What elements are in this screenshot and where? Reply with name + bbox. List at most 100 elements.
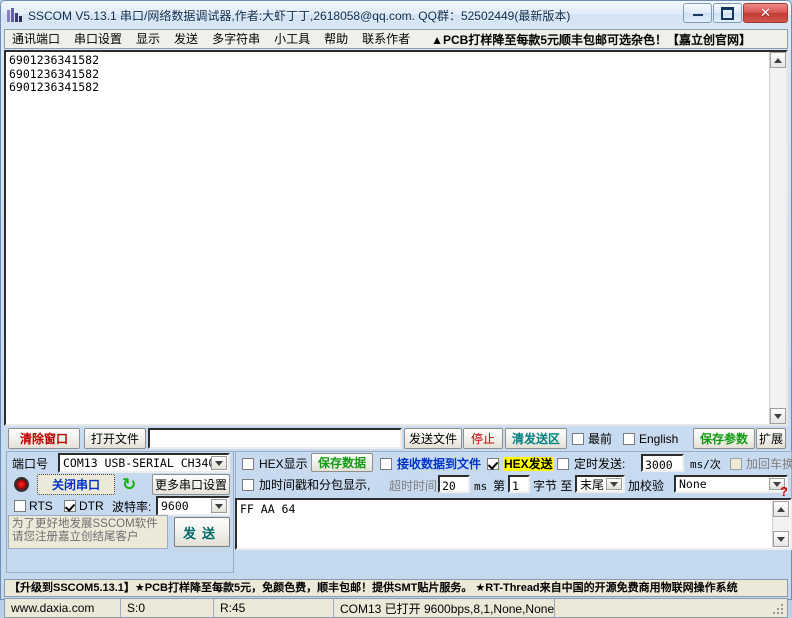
status-sent-count: S:0 bbox=[121, 599, 214, 617]
menu-item-display[interactable]: 显示 bbox=[129, 30, 167, 48]
scroll-down-arrow-icon[interactable] bbox=[770, 408, 786, 424]
send-button[interactable]: 发送 bbox=[174, 517, 230, 547]
hex-display-label: HEX显示 bbox=[259, 457, 308, 471]
save-params-button[interactable]: 保存参数 bbox=[693, 428, 755, 449]
status-website[interactable]: www.daxia.com bbox=[5, 599, 121, 617]
crlf-checkbox[interactable] bbox=[730, 458, 742, 470]
checksum-value: None bbox=[679, 477, 707, 491]
clear-send-area-button[interactable]: 清发送区 bbox=[505, 428, 567, 449]
refresh-ports-icon[interactable]: ↻ bbox=[122, 476, 136, 493]
maximize-icon bbox=[721, 6, 734, 20]
port-select-value: COM13 USB-SERIAL CH340 bbox=[63, 456, 216, 470]
receive-area-scrollbar[interactable] bbox=[769, 52, 786, 424]
stop-button[interactable]: 停止 bbox=[463, 428, 503, 449]
menu-item-serial-settings[interactable]: 串口设置 bbox=[67, 30, 129, 48]
resize-grip-icon[interactable] bbox=[771, 602, 785, 616]
registration-hint-line1: 为了更好地发展SSCOM软件 bbox=[12, 518, 158, 530]
window-title: SSCOM V5.13.1 串口/网络数据调试器,作者:大虾丁丁,2618058… bbox=[28, 8, 571, 23]
menu-item-tools[interactable]: 小工具 bbox=[267, 30, 317, 48]
send-scroll-down-icon[interactable] bbox=[773, 531, 789, 547]
baud-rate-label: 波特率: bbox=[112, 500, 152, 514]
receive-data-area[interactable]: 6901236341582 6901236341582 690123634158… bbox=[4, 50, 788, 426]
port-number-label: 端口号 bbox=[12, 457, 49, 471]
menu-item-comm-port[interactable]: 通讯端口 bbox=[5, 30, 67, 48]
baud-rate-value: 9600 bbox=[161, 499, 189, 513]
chevron-down-icon-baud[interactable] bbox=[211, 499, 227, 513]
rts-label: RTS bbox=[29, 499, 53, 513]
rts-checkbox-group[interactable]: RTS bbox=[14, 499, 53, 513]
send-area-scrollbar[interactable] bbox=[772, 501, 789, 547]
menu-item-send[interactable]: 发送 bbox=[167, 30, 205, 48]
send-data-input[interactable]: FF AA 64 bbox=[235, 498, 792, 550]
recv-to-file-label: 接收数据到文件 bbox=[397, 457, 482, 471]
status-port-state: COM13 已打开 9600bps,8,1,None,None bbox=[334, 599, 556, 617]
english-checkbox[interactable] bbox=[623, 433, 635, 445]
byte-from-label: 第 bbox=[493, 479, 506, 493]
timestamp-checkbox[interactable] bbox=[242, 479, 254, 491]
timed-send-interval-input[interactable]: 3000 bbox=[641, 454, 684, 472]
file-path-input[interactable] bbox=[148, 428, 402, 449]
port-select[interactable]: COM13 USB-SERIAL CH340 bbox=[58, 453, 230, 473]
hex-send-checkbox-group[interactable]: HEX发送 bbox=[487, 457, 554, 471]
close-button[interactable]: ✕ bbox=[743, 3, 788, 23]
registration-hint: 为了更好地发展SSCOM软件 请您注册嘉立创结尾客户 bbox=[8, 515, 168, 549]
english-label: English bbox=[639, 432, 679, 446]
menu-item-contact-author[interactable]: 联系作者 bbox=[355, 30, 417, 48]
menu-item-help[interactable]: 帮助 bbox=[317, 30, 355, 48]
timestamp-checkbox-group[interactable]: 加时间戳和分包显示, bbox=[242, 478, 370, 492]
send-file-button[interactable]: 发送文件 bbox=[404, 428, 462, 449]
help-question-icon[interactable]: ? bbox=[780, 485, 788, 498]
baud-rate-select[interactable]: 9600 bbox=[156, 496, 230, 516]
checksum-select[interactable]: None bbox=[674, 475, 788, 493]
hex-send-checkbox[interactable] bbox=[487, 458, 499, 470]
title-bar: SSCOM V5.13.1 串口/网络数据调试器,作者:大虾丁丁,2618058… bbox=[1, 1, 791, 29]
timeout-unit-label: ms bbox=[474, 480, 488, 493]
recv-to-file-checkbox[interactable] bbox=[380, 458, 392, 470]
hex-display-checkbox[interactable] bbox=[242, 458, 254, 470]
receive-text-content: 6901236341582 6901236341582 690123634158… bbox=[9, 53, 100, 94]
close-port-button[interactable]: 关闭串口 bbox=[37, 474, 115, 495]
scrollbar-track[interactable] bbox=[770, 68, 786, 408]
control-panel: 清除窗口 打开文件 发送文件 停止 清发送区 最前 English 保存参数 扩… bbox=[4, 427, 792, 577]
byte-index-input[interactable]: 1 bbox=[508, 475, 530, 493]
more-serial-settings-button[interactable]: 更多串口设置 bbox=[152, 474, 230, 495]
registration-hint-line2: 请您注册嘉立创结尾客户 bbox=[12, 531, 139, 543]
crlf-checkbox-group[interactable]: 加回车换行 bbox=[730, 457, 792, 471]
chevron-down-icon[interactable] bbox=[211, 456, 227, 470]
chevron-down-icon-byte-to[interactable] bbox=[606, 478, 622, 490]
scroll-up-arrow-icon[interactable] bbox=[770, 52, 786, 68]
checksum-label: 加校验 bbox=[628, 479, 665, 493]
byte-to-value: 末尾 bbox=[580, 477, 605, 492]
minimize-button[interactable] bbox=[683, 3, 712, 23]
open-file-button[interactable]: 打开文件 bbox=[84, 428, 146, 449]
send-scrollbar-track[interactable] bbox=[773, 517, 789, 531]
menu-bar-advertisement[interactable]: ▲PCB打样降至每款5元顺丰包邮可选杂色！【嘉立创官网】 bbox=[417, 31, 751, 48]
topmost-checkbox-group[interactable]: 最前 bbox=[572, 432, 612, 446]
dtr-checkbox[interactable] bbox=[64, 500, 76, 512]
topmost-checkbox[interactable] bbox=[572, 433, 584, 445]
menu-item-multi-string[interactable]: 多字符串 bbox=[205, 30, 267, 48]
extend-button[interactable]: 扩展 bbox=[756, 428, 786, 449]
maximize-button[interactable] bbox=[713, 3, 742, 23]
dtr-checkbox-group[interactable]: DTR bbox=[64, 499, 104, 513]
timed-send-label: 定时发送: bbox=[574, 457, 626, 471]
timed-send-checkbox[interactable] bbox=[557, 458, 569, 470]
hex-display-checkbox-group[interactable]: HEX显示 bbox=[242, 457, 308, 471]
timestamp-label: 加时间戳和分包显示, bbox=[259, 478, 371, 492]
rts-checkbox[interactable] bbox=[14, 500, 26, 512]
send-data-text: FF AA 64 bbox=[240, 502, 296, 516]
byte-mid-label: 字节 至 bbox=[533, 479, 573, 493]
footer-advertisement[interactable]: 【升级到SSCOM5.13.1】★PCB打样降至每款5元，免颜色费，顺丰包邮！提… bbox=[4, 579, 788, 597]
send-scroll-up-icon[interactable] bbox=[773, 501, 789, 517]
menu-bar: 通讯端口 串口设置 显示 发送 多字符串 小工具 帮助 联系作者 ▲PCB打样降… bbox=[4, 29, 788, 49]
save-data-button[interactable]: 保存数据 bbox=[311, 453, 373, 472]
status-received-count: R:45 bbox=[214, 599, 334, 617]
timed-send-checkbox-group[interactable]: 定时发送: bbox=[557, 457, 625, 471]
app-logo-icon bbox=[7, 7, 23, 23]
timeout-input[interactable]: 20 bbox=[438, 475, 470, 493]
english-checkbox-group[interactable]: English bbox=[623, 432, 678, 446]
recv-to-file-checkbox-group[interactable]: 接收数据到文件 bbox=[380, 457, 481, 471]
clear-window-button[interactable]: 清除窗口 bbox=[8, 428, 80, 449]
app-window: SSCOM V5.13.1 串口/网络数据调试器,作者:大虾丁丁,2618058… bbox=[0, 0, 792, 618]
byte-to-select[interactable]: 末尾 bbox=[575, 475, 625, 493]
